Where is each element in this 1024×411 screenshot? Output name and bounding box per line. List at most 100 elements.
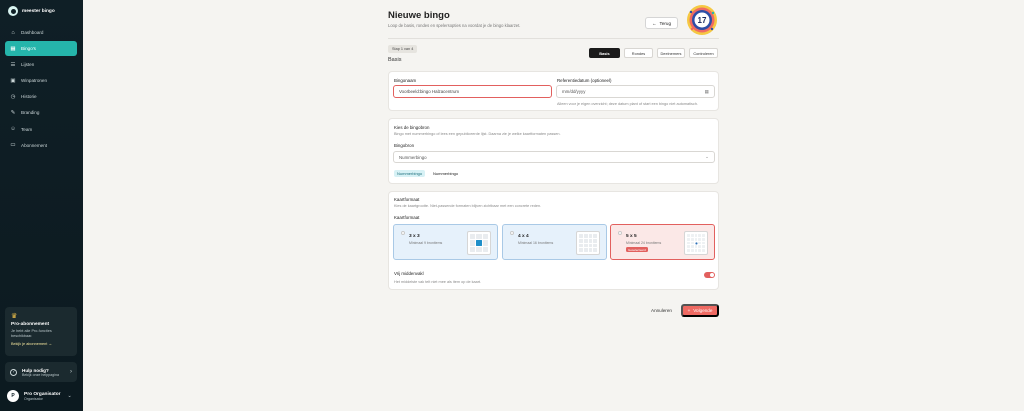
user-name: Pro Organisator	[24, 391, 61, 397]
format-option-subtitle: Minimaal 16 bronitems	[518, 241, 554, 245]
brush-icon: ✎	[10, 109, 16, 116]
format-radio[interactable]	[510, 231, 514, 235]
arrow-right-icon: →	[48, 342, 53, 346]
step-indicator: Stap 1 van 4	[388, 45, 418, 53]
source-description: Bingo met nummerbingo of lees een gepubl…	[394, 132, 561, 136]
card-format-card: Kaartformaat Kies de kaartgrootte. Niet-…	[388, 191, 719, 290]
source-chip-selected[interactable]: Nummerbingo	[394, 170, 426, 177]
crown-icon: ♛	[11, 313, 18, 320]
bingo-name-input[interactable]: Voorbeeld:bingo Halzacentrum	[393, 85, 552, 98]
tab-controleren[interactable]: Controleren	[689, 48, 718, 58]
bingo-name-placeholder: Voorbeeld:bingo Halzacentrum	[399, 89, 460, 94]
format-option-4x4[interactable]: 4 x 4 Minimaal 16 bronitems	[502, 224, 607, 260]
pro-subscription-card: ♛ Pro-abonnement Je hebt alle Pro-functi…	[5, 307, 77, 356]
format-description: Kies de kaartgrootte. Niet-passende form…	[394, 204, 542, 208]
sidebar-item-team[interactable]: ☺ Team	[5, 122, 77, 137]
view-subscription-label: Bekijk je abonnement	[11, 342, 48, 346]
arrow-left-icon: ←	[651, 20, 657, 26]
brand[interactable]: meester bingo	[8, 6, 55, 16]
free-center-label: Vrij middenvakl	[394, 271, 424, 276]
bingo-ball-number: 17	[698, 16, 707, 25]
next-button[interactable]: + Volgende	[681, 304, 719, 317]
avatar: P	[7, 390, 19, 402]
sidebar-item-bingos[interactable]: ▦ Bingo's	[5, 41, 77, 57]
pro-title: Pro-abonnement	[11, 322, 50, 327]
format-option-title: 3 x 3	[409, 234, 420, 239]
tab-basis[interactable]: Basis	[589, 48, 620, 58]
page-subtitle: Loop de basis, rondes en spelersopties n…	[388, 23, 521, 28]
view-subscription-link[interactable]: Bekijk je abonnement →	[11, 342, 71, 346]
bingo-source-card: Kies de bingobron Bingo met nummerbingo …	[388, 118, 719, 184]
format-option-title: 4 x 4	[518, 234, 529, 239]
back-label: Terug	[659, 20, 672, 26]
format-title: Kaartformaat	[394, 197, 420, 202]
section-heading: Basis	[388, 57, 402, 63]
bingo-ball-icon: 17	[687, 5, 717, 35]
pattern-icon: ▣	[10, 77, 16, 84]
page-title: Nieuwe bingo	[388, 10, 450, 21]
list-icon: ☰	[10, 61, 16, 68]
calendar-icon[interactable]: ▦	[705, 89, 709, 95]
users-icon: ☺	[10, 126, 16, 133]
help-subtitle: Bekijk onze helppagina	[22, 372, 59, 377]
bingo-source-select[interactable]: Nummerbingo ⌄	[393, 151, 715, 163]
pro-description: Je hebt alle Pro-functies beschikbaar.	[11, 329, 52, 338]
sidebar: meester bingo ⌂ Dashboard ▦ Bingo's ☰ Li…	[0, 0, 83, 411]
sidebar-item-branding[interactable]: ✎ Branding	[5, 105, 77, 120]
grid-3x3-preview-icon	[467, 231, 491, 255]
chevron-right-icon: ›	[70, 369, 72, 375]
user-role: Organisator	[24, 396, 43, 401]
user-menu[interactable]: P Pro Organisator Organisator ⌄	[7, 390, 72, 402]
tab-deelnemers[interactable]: Deelnemers	[657, 48, 685, 58]
reference-date-input[interactable]: mm/dd/yyyy ▦	[556, 85, 715, 98]
chevron-down-icon: ⌄	[705, 154, 709, 159]
source-chip[interactable]: Nummerbingo	[430, 170, 461, 177]
format-option-5x5[interactable]: 5 x 5 Minimaal 24 bronitems Geselecteerd	[610, 224, 715, 260]
date-placeholder: mm/dd/yyyy	[562, 89, 586, 94]
card-icon: ▭	[10, 142, 16, 149]
sidebar-item-dashboard[interactable]: ⌂ Dashboard	[5, 25, 77, 40]
grid-icon: ▦	[10, 45, 16, 52]
sidebar-item-label: Branding	[21, 110, 40, 116]
help-icon: ?	[10, 368, 17, 376]
sidebar-item-label: Lijsten	[21, 62, 35, 68]
format-radio[interactable]	[401, 231, 405, 235]
format-option-3x3[interactable]: 3 x 3 Minimaal 9 bronitems	[393, 224, 498, 260]
sidebar-item-winpatronen[interactable]: ▣ Winpatronen	[5, 73, 77, 88]
wizard-tabs: Basis Rondes Deelnemers Controleren	[589, 48, 718, 58]
cancel-button[interactable]: Annuleren	[651, 308, 672, 313]
sidebar-item-lijsten[interactable]: ☰ Lijsten	[5, 57, 77, 72]
basic-info-card: Bingonaam Voorbeeld:bingo Halzacentrum R…	[388, 71, 719, 111]
help-card[interactable]: ? Hulp nodig? Bekijk onze helppagina ›	[5, 362, 77, 382]
source-select-label: Bingobron	[394, 143, 415, 148]
history-icon: ◷	[10, 93, 16, 100]
brand-name: meester bingo	[22, 8, 55, 14]
sidebar-item-historie[interactable]: ◷ Historie	[5, 89, 77, 104]
format-option-subtitle: Minimaal 24 bronitems	[626, 241, 662, 245]
logo-icon	[8, 6, 18, 16]
selected-badge: Geselecteerd	[626, 247, 648, 252]
sidebar-nav: ⌂ Dashboard ▦ Bingo's ☰ Lijsten ▣ Winpat…	[5, 25, 77, 154]
sidebar-item-label: Winpatronen	[21, 78, 48, 84]
bingo-name-label: Bingonaam	[394, 78, 417, 83]
chevron-down-icon: ⌄	[67, 393, 72, 399]
next-label: Volgende	[693, 308, 713, 313]
reference-date-label: Referentiedatum (optioneel)	[557, 78, 612, 83]
sidebar-item-abonnement[interactable]: ▭ Abonnement	[5, 138, 77, 153]
free-center-hint: Het middelste vak telt niet mee als item…	[394, 280, 482, 284]
sidebar-item-label: Abonnement	[21, 142, 48, 148]
bingo-source-value: Nummerbingo	[399, 154, 427, 160]
format-option-title: 5 x 5	[626, 234, 637, 239]
home-icon: ⌂	[11, 29, 15, 36]
format-radio[interactable]	[618, 231, 622, 235]
plus-icon: +	[687, 308, 691, 313]
sidebar-item-label: Dashboard	[21, 30, 44, 35]
header-divider	[388, 38, 719, 39]
reference-date-hint: Alleen voor je eigen overzicht; deze dat…	[557, 102, 698, 106]
grid-5x5-preview-icon	[684, 231, 708, 255]
source-title: Kies de bingobron	[394, 125, 430, 130]
sidebar-item-label: Bingo's	[21, 46, 36, 52]
back-button[interactable]: ← Terug	[645, 17, 678, 29]
tab-rondes[interactable]: Rondes	[624, 48, 653, 58]
free-center-toggle[interactable]	[704, 272, 715, 278]
